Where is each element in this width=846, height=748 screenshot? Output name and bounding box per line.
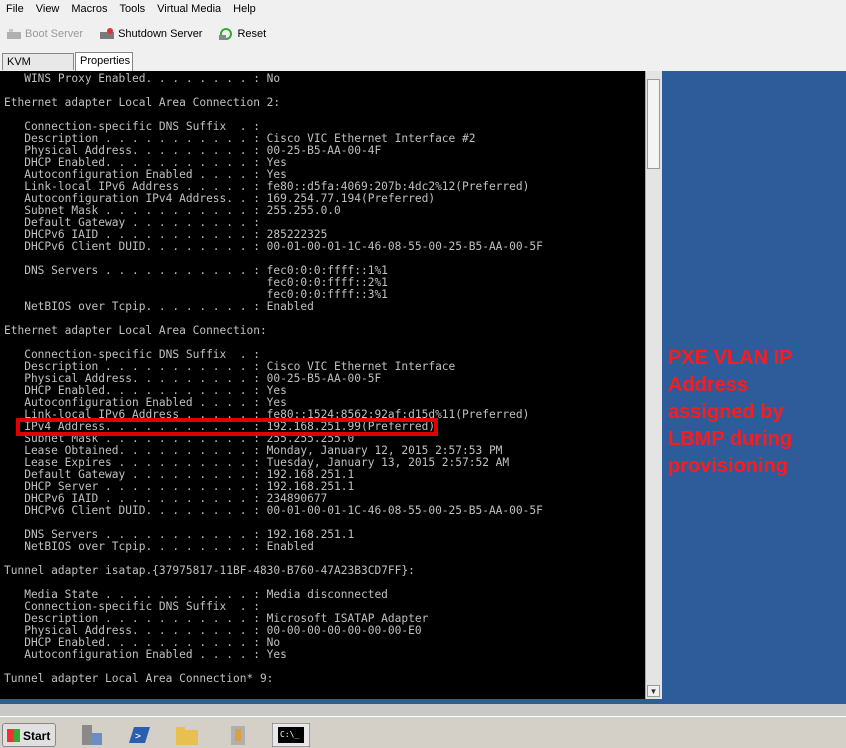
console-line: Autoconfiguration Enabled . . . . : Yes — [4, 648, 287, 661]
tab-kvm-console[interactable]: KVM Console — [2, 53, 74, 84]
ipv4-highlight-box — [16, 418, 438, 436]
console-line: Tunnel adapter Local Area Connection* 9: — [4, 672, 274, 685]
windows-logo-icon — [7, 729, 20, 742]
console-line: NetBIOS over Tcpip. . . . . . . . : Enab… — [4, 300, 314, 313]
svg-text:C:\_: C:\_ — [280, 730, 299, 739]
console-line: NetBIOS over Tcpip. . . . . . . . : Enab… — [4, 540, 314, 553]
reset-icon — [219, 28, 233, 40]
menu-tools[interactable]: Tools — [113, 3, 151, 15]
folder-icon[interactable] — [174, 723, 200, 747]
tab-strip: KVM Console Properties — [0, 51, 846, 84]
console-scrollbar[interactable]: ▲ ▼ — [645, 71, 662, 699]
scroll-thumb[interactable] — [647, 79, 660, 169]
server-manager-icon[interactable] — [78, 723, 104, 747]
tab-properties[interactable]: Properties — [75, 52, 133, 71]
console-line: DHCPv6 Client DUID. . . . . . . . : 00-0… — [4, 240, 543, 253]
powershell-icon[interactable]: > — [126, 723, 152, 747]
boot-server-label: Boot Server — [25, 28, 84, 40]
start-label: Start — [23, 729, 51, 743]
shutdown-server-button[interactable]: Shutdown Server — [99, 27, 202, 41]
start-button[interactable]: Start — [2, 723, 56, 747]
toolbar: Boot Server Shutdown Server Reset — [0, 17, 846, 51]
reset-label: Reset — [237, 28, 267, 40]
window-bottom-edge — [0, 704, 846, 716]
scroll-down-arrow[interactable]: ▼ — [647, 685, 660, 697]
command-prompt-icon[interactable]: C:\_ — [272, 723, 310, 747]
console-line: Ethernet adapter Local Area Connection: — [4, 324, 267, 337]
reset-button[interactable]: Reset — [218, 27, 266, 41]
menu-view[interactable]: View — [30, 3, 66, 15]
menu-file[interactable]: File — [0, 3, 30, 15]
console-line: WINS Proxy Enabled. . . . . . . . : No — [4, 72, 281, 85]
server-icon — [7, 29, 21, 39]
console-line: DHCPv6 Client DUID. . . . . . . . : 00-0… — [4, 504, 543, 517]
menu-macros[interactable]: Macros — [65, 3, 113, 15]
menu-virtual-media[interactable]: Virtual Media — [151, 3, 227, 15]
console-window[interactable]: WINS Proxy Enabled. . . . . . . . : No E… — [0, 71, 645, 699]
svg-text:>: > — [135, 731, 141, 742]
tools-icon[interactable] — [226, 723, 252, 747]
console-output: WINS Proxy Enabled. . . . . . . . : No E… — [0, 71, 645, 685]
console-line: Ethernet adapter Local Area Connection 2… — [4, 96, 281, 109]
boot-server-button[interactable]: Boot Server — [6, 27, 83, 41]
taskbar: Start > C:\_ — [0, 716, 846, 747]
pxe-annotation: PXE VLAN IP Address assigned by LBMP dur… — [668, 347, 793, 477]
shutdown-icon — [100, 28, 115, 39]
console-line: Tunnel adapter isatap.{37975817-11BF-483… — [4, 564, 415, 577]
menu-bar: File View Macros Tools Virtual Media Hel… — [0, 0, 846, 17]
shutdown-server-label: Shutdown Server — [118, 28, 203, 40]
menu-help[interactable]: Help — [227, 3, 262, 15]
